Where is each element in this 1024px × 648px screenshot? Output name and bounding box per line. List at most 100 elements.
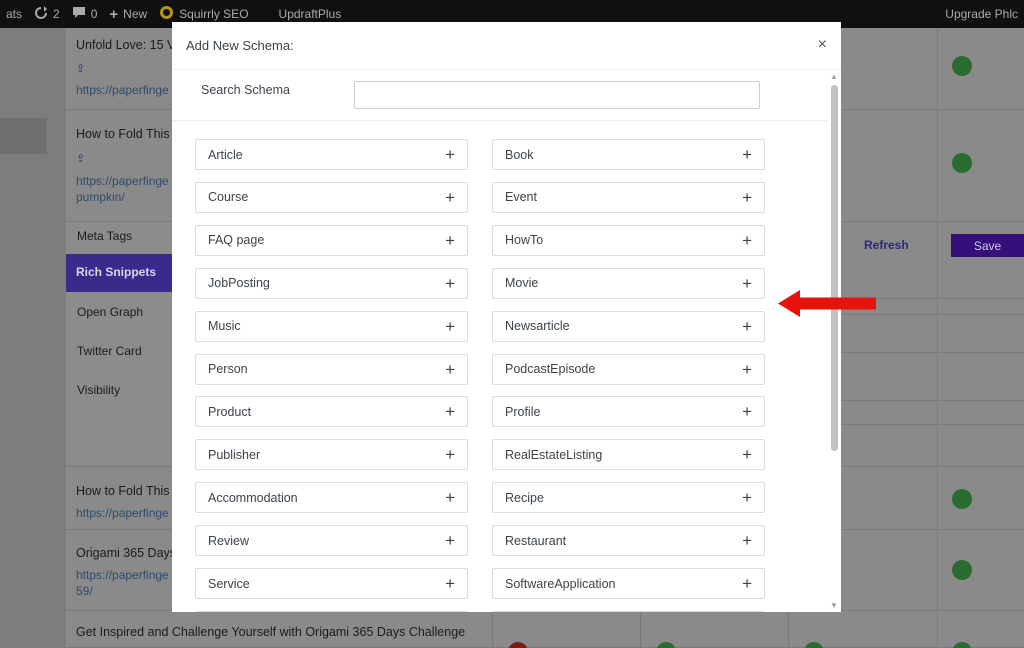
search-schema-input[interactable] bbox=[354, 81, 760, 109]
row-title[interactable]: Origami 365 Days bbox=[76, 546, 176, 560]
schema-item-label: Publisher bbox=[208, 447, 261, 462]
schema-item-label: Movie bbox=[505, 276, 539, 291]
schema-item-howto[interactable]: HowTo + bbox=[492, 224, 765, 256]
schema-item-newsarticle[interactable]: Newsarticle + bbox=[492, 310, 765, 342]
row-title[interactable]: Get Inspired and Challenge Yourself with… bbox=[76, 625, 465, 639]
schema-item-label: Review bbox=[208, 533, 249, 548]
search-schema-label: Search Schema bbox=[201, 83, 290, 97]
plus-icon[interactable]: + bbox=[742, 575, 752, 592]
row-url[interactable]: https://paperfinge bbox=[76, 82, 169, 98]
plus-icon[interactable]: + bbox=[445, 232, 455, 249]
schema-item-partial bbox=[195, 611, 468, 612]
schema-item-course[interactable]: Course + bbox=[195, 181, 468, 213]
updates-count: 2 bbox=[53, 7, 60, 21]
plus-icon[interactable]: + bbox=[445, 403, 455, 420]
divider bbox=[172, 120, 828, 121]
schema-item-event[interactable]: Event + bbox=[492, 181, 765, 213]
plus-icon[interactable]: + bbox=[742, 146, 752, 163]
refresh-link[interactable]: Refresh bbox=[864, 238, 909, 252]
schema-item-label: HowTo bbox=[505, 233, 544, 248]
schema-item-label: Article bbox=[208, 147, 243, 162]
red-arrow-annotation bbox=[778, 290, 876, 317]
modal-title: Add New Schema: bbox=[186, 38, 294, 53]
scroll-up-icon[interactable]: ▲ bbox=[830, 72, 838, 81]
plus-icon[interactable]: + bbox=[742, 275, 752, 292]
schema-item-podcastepisode[interactable]: PodcastEpisode + bbox=[492, 353, 765, 385]
side-menu-visibility[interactable]: Visibility bbox=[77, 383, 120, 397]
plus-icon[interactable]: + bbox=[742, 189, 752, 206]
plus-icon[interactable]: + bbox=[445, 361, 455, 378]
comment-icon bbox=[72, 6, 86, 22]
plus-icon[interactable]: + bbox=[445, 189, 455, 206]
plus-icon[interactable]: + bbox=[742, 232, 752, 249]
row-url[interactable]: https://paperfinge bbox=[76, 505, 169, 521]
status-dot bbox=[952, 489, 972, 509]
column-divider bbox=[937, 28, 938, 648]
row-title[interactable]: How to Fold This bbox=[76, 127, 170, 141]
schema-item-recipe[interactable]: Recipe + bbox=[492, 482, 765, 514]
schema-item-person[interactable]: Person + bbox=[195, 353, 468, 385]
plus-icon[interactable]: + bbox=[445, 146, 455, 163]
schema-item-movie[interactable]: Movie + bbox=[492, 267, 765, 299]
schema-item-publisher[interactable]: Publisher + bbox=[195, 439, 468, 471]
side-menu-twitter-card[interactable]: Twitter Card bbox=[77, 344, 142, 358]
admin-bar-stats-label: ats bbox=[6, 7, 23, 21]
row-url-cont[interactable]: 59/ bbox=[76, 583, 93, 599]
side-menu-rich-snippets[interactable]: Rich Snippets bbox=[66, 254, 186, 292]
admin-menu-highlight bbox=[0, 118, 47, 154]
plus-icon[interactable]: + bbox=[445, 532, 455, 549]
admin-bar-updates[interactable]: 2 bbox=[28, 0, 66, 28]
close-icon[interactable]: × bbox=[818, 36, 827, 54]
divider bbox=[840, 352, 1024, 353]
schema-item-review[interactable]: Review + bbox=[195, 525, 468, 557]
plus-icon[interactable]: + bbox=[445, 275, 455, 292]
schema-item-label: Product bbox=[208, 404, 252, 419]
schema-item-label: Profile bbox=[505, 404, 541, 419]
schema-item-restaurant[interactable]: Restaurant + bbox=[492, 525, 765, 557]
scroll-down-icon[interactable]: ▼ bbox=[830, 601, 838, 610]
admin-bar-stats[interactable]: ats bbox=[0, 0, 28, 28]
admin-bar-upgrade[interactable]: Upgrade Phlc bbox=[939, 0, 1024, 28]
plus-icon[interactable]: + bbox=[445, 575, 455, 592]
schema-item-label: Event bbox=[505, 190, 537, 205]
plus-icon[interactable]: + bbox=[445, 318, 455, 335]
save-button[interactable]: Save bbox=[951, 234, 1024, 257]
row-url[interactable]: https://paperfinge bbox=[76, 173, 169, 189]
side-menu-meta-tags[interactable]: Meta Tags bbox=[77, 229, 132, 243]
schema-item-label: SoftwareApplication bbox=[505, 576, 616, 591]
plus-icon[interactable]: + bbox=[742, 532, 752, 549]
schema-item-article[interactable]: Article + bbox=[195, 139, 468, 170]
divider bbox=[840, 400, 1024, 401]
row-url[interactable]: https://paperfinge bbox=[76, 567, 169, 583]
schema-item-book[interactable]: Book + bbox=[492, 139, 765, 170]
schema-item-profile[interactable]: Profile + bbox=[492, 396, 765, 428]
plus-icon: + bbox=[109, 5, 119, 23]
schema-item-music[interactable]: Music + bbox=[195, 310, 468, 342]
schema-item-softwareapplication[interactable]: SoftwareApplication + bbox=[492, 568, 765, 599]
schema-item-service[interactable]: Service + bbox=[195, 568, 468, 599]
schema-item-faq-page[interactable]: FAQ page + bbox=[195, 224, 468, 256]
plus-icon[interactable]: + bbox=[742, 446, 752, 463]
side-menu-open-graph[interactable]: Open Graph bbox=[77, 305, 143, 319]
plus-icon[interactable]: + bbox=[742, 361, 752, 378]
plus-icon[interactable]: + bbox=[445, 489, 455, 506]
admin-bar-comments[interactable]: 0 bbox=[66, 0, 104, 28]
row-title[interactable]: Unfold Love: 15 V bbox=[76, 38, 175, 52]
plus-icon[interactable]: + bbox=[742, 489, 752, 506]
schema-item-label: RealEstateListing bbox=[505, 447, 603, 462]
schema-item-label: JobPosting bbox=[208, 276, 270, 291]
squirrly-logo-icon bbox=[159, 5, 174, 23]
admin-bar-new[interactable]: + New bbox=[103, 0, 153, 28]
schema-item-jobposting[interactable]: JobPosting + bbox=[195, 267, 468, 299]
schema-item-realestatelisting[interactable]: RealEstateListing + bbox=[492, 439, 765, 471]
schema-item-label: Recipe bbox=[505, 490, 544, 505]
row-url-cont[interactable]: pumpkin/ bbox=[76, 189, 125, 205]
schema-item-label: PodcastEpisode bbox=[505, 362, 596, 376]
schema-item-product[interactable]: Product + bbox=[195, 396, 468, 428]
plus-icon[interactable]: + bbox=[742, 318, 752, 335]
row-title[interactable]: How to Fold This bbox=[76, 484, 170, 498]
schema-item-accommodation[interactable]: Accommodation + bbox=[195, 482, 468, 514]
plus-icon[interactable]: + bbox=[445, 446, 455, 463]
scrollbar-thumb[interactable] bbox=[831, 85, 838, 451]
plus-icon[interactable]: + bbox=[742, 403, 752, 420]
